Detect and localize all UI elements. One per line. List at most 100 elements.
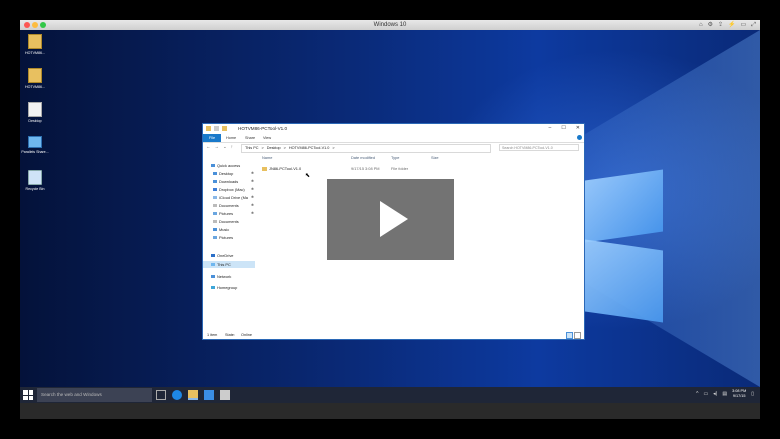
system-tray: ^ ▭ ◂) ▤ 3:08 PM 9/17/15 ▯ — [696, 389, 754, 399]
pin-icon: ✱ — [251, 179, 254, 183]
desktop-icon-desktop[interactable]: Desktop — [20, 102, 50, 123]
nav-item-homegroup[interactable]: Homegroup — [211, 284, 237, 291]
desktop-icon-label: Desktop — [28, 119, 42, 123]
nav-item-downloads[interactable]: Downloads — [213, 178, 238, 185]
document-icon — [28, 102, 42, 117]
onedrive-icon — [211, 254, 215, 258]
start-button[interactable] — [23, 390, 33, 400]
file-type: File folder — [391, 166, 409, 171]
desktop-icon-label: Parallels Share... — [21, 150, 49, 154]
desktop-icon-zip2[interactable]: HOTVM86... — [20, 68, 50, 89]
keyboard-icon[interactable]: ▤ — [722, 391, 727, 397]
file-explorer-icon[interactable] — [188, 390, 198, 400]
expand-icon[interactable]: ⤢ — [751, 21, 756, 29]
chevron-down-icon[interactable]: ⌄ — [223, 144, 227, 150]
pin-icon: ✱ — [251, 211, 254, 215]
network-icon[interactable]: ▭ — [703, 391, 708, 397]
close-button[interactable]: ✕ — [576, 125, 580, 131]
play-icon[interactable] — [380, 201, 408, 237]
tab-view[interactable]: View — [263, 134, 271, 142]
computer-icon — [211, 263, 215, 267]
clock[interactable]: 3:08 PM 9/17/15 — [732, 389, 746, 399]
folder-icon[interactable] — [206, 126, 211, 131]
explorer-titlebar: HOTVM86-PCTool-V1.0 – ☐ ✕ — [203, 124, 584, 134]
wallpaper-logo-top — [585, 169, 663, 243]
taskbar-search-input[interactable]: Search the web and Windows — [37, 388, 152, 402]
new-folder-icon[interactable] — [222, 126, 227, 131]
desktop-icon-label: HOTVM86... — [25, 85, 45, 89]
usb-icon[interactable]: ⚡ — [728, 21, 735, 29]
notifications-icon[interactable]: ▯ — [751, 391, 754, 397]
file-date: 9/17/15 3:08 PM — [351, 166, 380, 171]
display-icon[interactable]: ▭ — [741, 21, 747, 29]
column-header-date[interactable]: Date modified — [351, 155, 375, 160]
breadcrumb-this-pc[interactable]: This PC — [245, 146, 259, 150]
desktop-icon-parallels[interactable]: Parallels Share... — [20, 136, 50, 154]
nav-item-network[interactable]: Network — [211, 273, 231, 280]
nav-item-onedrive[interactable]: OneDrive — [211, 252, 233, 259]
properties-icon[interactable] — [214, 126, 219, 131]
help-icon[interactable] — [577, 135, 582, 140]
tab-share[interactable]: Share — [245, 134, 255, 142]
task-view-icon[interactable] — [156, 390, 166, 400]
nav-item-music[interactable]: Music — [213, 226, 229, 233]
forward-arrow-icon[interactable]: → — [215, 144, 220, 150]
wrench-icon[interactable]: ⚙ — [708, 21, 713, 29]
vm-bottom-band — [20, 403, 760, 419]
tab-home[interactable]: Home — [226, 134, 236, 142]
star-icon — [211, 164, 215, 168]
homegroup-icon — [211, 286, 215, 290]
details-view-icon[interactable] — [566, 332, 573, 339]
back-arrow-icon[interactable]: ← — [206, 144, 211, 150]
nav-item-desktop[interactable]: Desktop — [213, 170, 233, 177]
nav-item-quick-access[interactable]: Quick access — [211, 162, 240, 169]
desktop-icon-zip1[interactable]: HOTVM86... — [20, 34, 50, 55]
column-header-type[interactable]: Type — [391, 155, 399, 160]
maximize-button[interactable]: ☐ — [561, 125, 565, 131]
address-bar-row: ← → ⌄ ↑ This PC > Desktop > HOTVM86-PCTool-V… — [203, 143, 584, 153]
nav-item-pictures-2[interactable]: Pictures — [213, 234, 233, 241]
vm-title: Windows 10 — [373, 22, 407, 28]
desktop-icon-recycle-bin[interactable]: Recycle Bin — [20, 170, 50, 191]
breadcrumb-folder[interactable]: HOTVM86-PCTool-V1.0 — [289, 146, 330, 150]
windows-logo-icon — [23, 390, 28, 395]
share-icon[interactable]: ⇪ — [718, 21, 723, 29]
column-header-name[interactable]: Name — [262, 155, 272, 160]
address-bar[interactable]: This PC > Desktop > HOTVM86-PCTool-V1.0 > — [241, 144, 491, 153]
state-value: Online — [241, 333, 252, 337]
nav-item-documents[interactable]: Documents — [213, 202, 239, 209]
pin-icon: ✱ — [251, 195, 254, 199]
desktop-icon-label: Recycle Bin — [25, 187, 45, 191]
lock-icon[interactable]: ⌂ — [699, 21, 703, 29]
state-label: State: — [225, 333, 235, 337]
store-icon[interactable] — [204, 390, 214, 400]
taskbar: Search the web and Windows ^ ▭ ◂) ▤ 3:08… — [20, 387, 760, 403]
chevron-up-icon[interactable]: ^ — [696, 391, 698, 397]
nav-item-documents-2[interactable]: Documents — [213, 218, 239, 225]
explorer-title: HOTVM86-PCTool-V1.0 — [238, 126, 288, 131]
nav-item-dropbox[interactable]: Dropbox (Mac) — [213, 186, 245, 193]
vm-toolbar-icons: ⌂ ⚙ ⇪ ⚡ ▭ ⤢ — [699, 21, 756, 29]
app-icon[interactable] — [220, 390, 230, 400]
large-icons-view-icon[interactable] — [574, 332, 581, 339]
tab-file[interactable]: File — [203, 134, 221, 142]
search-input[interactable]: Search HOTVM86-PCTool-V1.0 — [499, 144, 579, 151]
breadcrumb-desktop[interactable]: Desktop — [267, 146, 281, 150]
video-overlay[interactable] — [327, 179, 454, 260]
desktop-icon-label: HOTVM86... — [25, 51, 45, 55]
minimize-button[interactable]: – — [549, 125, 552, 131]
list-item[interactable]: JN86-PCTool-V1.0 — [262, 166, 301, 171]
window-controls: – ☐ ✕ — [549, 125, 580, 131]
view-buttons — [566, 332, 581, 339]
windows-logo-icon — [28, 390, 33, 395]
zip-folder-icon — [28, 68, 42, 83]
volume-icon[interactable]: ◂) — [713, 391, 717, 397]
edge-icon[interactable] — [172, 390, 182, 400]
nav-item-pictures[interactable]: Pictures — [213, 210, 233, 217]
item-count: 1 item — [207, 333, 218, 337]
pin-icon: ✱ — [251, 171, 254, 175]
nav-item-this-pc[interactable]: This PC — [203, 261, 255, 268]
column-header-size[interactable]: Size — [431, 155, 439, 160]
up-arrow-icon[interactable]: ↑ — [231, 144, 233, 150]
nav-item-icloud[interactable]: iCloud Drive (Ma — [213, 194, 248, 201]
